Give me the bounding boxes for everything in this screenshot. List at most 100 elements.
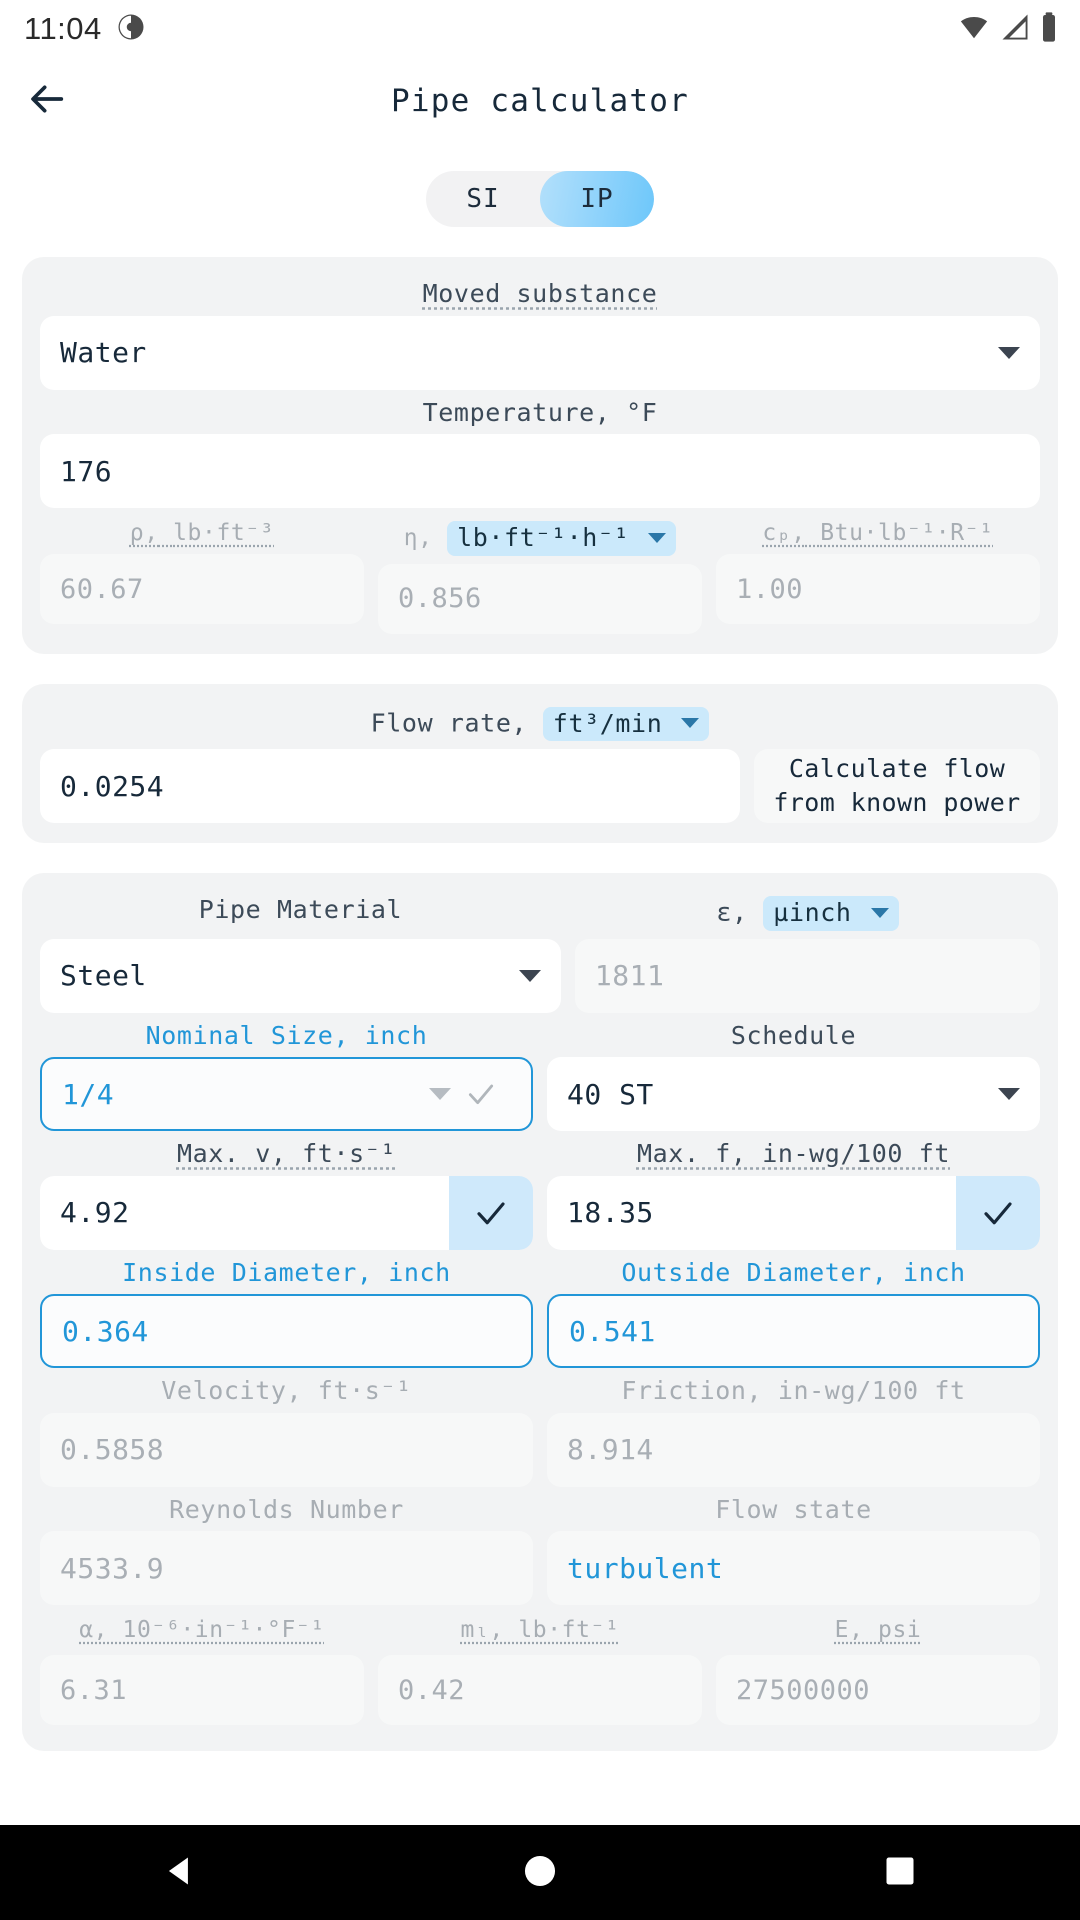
- flow-state-value-field: turbulent: [547, 1531, 1040, 1605]
- clock-icon: [116, 12, 146, 46]
- chevron-down-icon: [998, 1088, 1020, 1100]
- pipe-material-select[interactable]: Steel: [40, 938, 561, 1013]
- linear-mass-label: mₗ, lb·ft⁻¹: [460, 1617, 620, 1643]
- temperature-label: Temperature, °F: [422, 397, 658, 427]
- thermal-expansion-value: 6.31: [60, 1674, 128, 1706]
- status-bar-right: [958, 11, 1058, 47]
- diameter-fields: 0.364 0.541: [40, 1294, 1040, 1368]
- reynolds-value-field: 4533.9: [40, 1531, 533, 1605]
- nav-back-icon: [161, 1852, 199, 1894]
- temperature-value: 176: [60, 454, 113, 488]
- viscosity-unit-label: lb·ft⁻¹·h⁻¹: [457, 523, 630, 552]
- flow-rate-unit-label: ft³/min: [552, 708, 663, 738]
- chevron-down-icon: [998, 346, 1020, 359]
- max-friction-group: 18.35: [547, 1175, 1040, 1250]
- outside-diameter-value: 0.541: [569, 1314, 656, 1348]
- chevron-down-icon: [681, 718, 700, 729]
- nav-home-button[interactable]: [480, 1825, 600, 1920]
- flow-rate-input[interactable]: 0.0254: [40, 749, 740, 823]
- outside-diameter-label: Outside Diameter, inch: [621, 1257, 966, 1287]
- roughness-unit-label: µinch: [773, 898, 852, 927]
- max-friction-value: 18.35: [567, 1196, 654, 1229]
- linear-mass-value-field: 0.42: [378, 1655, 702, 1726]
- schedule-label: Schedule: [730, 1020, 857, 1050]
- nav-recents-button[interactable]: [840, 1825, 960, 1920]
- substance-properties-row: ρ, lb·ft⁻³ 60.67 η, lb·ft⁻¹·h⁻¹ 0.856 cₚ…: [40, 512, 1040, 634]
- heat-capacity-label: cₚ, Btu·lb⁻¹·R⁻¹: [762, 520, 994, 546]
- heat-capacity-value: 1.00: [736, 573, 804, 605]
- density-property: ρ, lb·ft⁻³ 60.67: [40, 512, 364, 634]
- wifi-icon: [958, 12, 990, 46]
- moved-substance-label: Moved substance: [422, 279, 658, 308]
- status-bar-left: 11:04: [24, 11, 146, 47]
- nav-back-button[interactable]: [120, 1825, 240, 1920]
- reynolds-state-fields: 4533.9 turbulent: [40, 1531, 1040, 1605]
- moved-substance-value: Water: [60, 336, 147, 369]
- roughness-value: 1811: [594, 959, 665, 992]
- heat-capacity-value-field: 1.00: [716, 554, 1040, 625]
- status-time: 11:04: [24, 11, 102, 46]
- linear-mass-value: 0.42: [398, 1674, 466, 1706]
- pipe-material-value: Steel: [60, 959, 147, 992]
- pipe-card: Pipe Material ε, µinch Steel 1811 Nomina…: [22, 873, 1058, 1752]
- moved-substance-select[interactable]: Water: [40, 315, 1040, 390]
- heat-capacity-property: cₚ, Btu·lb⁻¹·R⁻¹ 1.00: [716, 512, 1040, 634]
- app-screen: 11:04 Pipe calculator SI IP Moved substa…: [0, 0, 1080, 1920]
- outside-diameter-input[interactable]: 0.541: [547, 1294, 1040, 1368]
- material-roughness-labels: Pipe Material ε, µinch: [40, 887, 1040, 939]
- temperature-input[interactable]: 176: [40, 434, 1040, 508]
- battery-icon: [1040, 11, 1058, 47]
- flow-rate-label: Flow rate, ft³/min: [40, 698, 1040, 750]
- viscosity-value-field: 0.856: [378, 563, 702, 634]
- calculate-flow-from-power-button[interactable]: Calculate flow from known power: [754, 749, 1040, 823]
- nominal-schedule-labels: Nominal Size, inch Schedule: [40, 1013, 1040, 1058]
- roughness-value-field: 1811: [574, 938, 1040, 1013]
- flow-rate-label-text: Flow rate,: [370, 707, 528, 737]
- toggle-option-si[interactable]: SI: [426, 171, 540, 227]
- pipe-material-label: Pipe Material: [198, 895, 403, 924]
- android-navigation-bar: [0, 1825, 1080, 1920]
- nominal-size-select[interactable]: 1/4: [40, 1057, 533, 1131]
- density-label: ρ, lb·ft⁻³: [129, 520, 275, 546]
- viscosity-unit-select[interactable]: lb·ft⁻¹·h⁻¹: [447, 521, 677, 556]
- material-roughness-fields: Steel 1811: [40, 938, 1040, 1013]
- inside-diameter-label: Inside Diameter, inch: [122, 1257, 451, 1287]
- viscosity-property: η, lb·ft⁻¹·h⁻¹ 0.856: [378, 512, 702, 634]
- toggle-option-ip[interactable]: IP: [540, 171, 654, 227]
- viscosity-symbol: η,: [403, 524, 433, 551]
- inside-diameter-input[interactable]: 0.364: [40, 1294, 533, 1368]
- max-velocity-apply-button[interactable]: [449, 1175, 533, 1250]
- nav-home-icon: [521, 1852, 559, 1894]
- friction-value: 8.914: [567, 1433, 654, 1466]
- max-limits-fields: 4.92 18.35: [40, 1175, 1040, 1250]
- elastic-modulus-value-field: 27500000: [716, 1655, 1040, 1726]
- nominal-schedule-fields: 1/4 40 ST: [40, 1057, 1040, 1131]
- mechanical-properties-fields: 6.31 0.42 27500000: [40, 1655, 1040, 1726]
- max-velocity-input[interactable]: 4.92: [40, 1175, 449, 1250]
- unit-system-toggle[interactable]: SI IP: [426, 171, 654, 227]
- velocity-friction-fields: 0.5858 8.914: [40, 1412, 1040, 1487]
- max-velocity-group: 4.92: [40, 1175, 533, 1250]
- roughness-unit-select[interactable]: µinch: [763, 896, 899, 931]
- mechanical-properties-labels: α, 10⁻⁶·in⁻¹·°F⁻¹ mₗ, lb·ft⁻¹ E, psi: [40, 1609, 1040, 1651]
- nominal-size-confirm-button[interactable]: [451, 1078, 511, 1110]
- chevron-down-icon: [518, 969, 541, 982]
- inside-diameter-value: 0.364: [62, 1314, 149, 1348]
- flow-state-value: turbulent: [567, 1551, 724, 1585]
- flow-rate-unit-select[interactable]: ft³/min: [542, 706, 710, 741]
- density-value: 60.67: [60, 573, 144, 605]
- content-area: Moved substance Water Temperature, °F 17…: [0, 227, 1080, 1752]
- chevron-down-icon: [648, 532, 667, 543]
- chevron-down-icon: [870, 907, 889, 918]
- max-friction-apply-button[interactable]: [956, 1175, 1040, 1250]
- schedule-select[interactable]: 40 ST: [547, 1057, 1040, 1131]
- max-velocity-label: Max. v, ft·s⁻¹: [176, 1139, 397, 1168]
- flow-rate-card: Flow rate, ft³/min 0.0254 Calculate flow…: [22, 683, 1058, 843]
- max-velocity-value: 4.92: [60, 1196, 130, 1229]
- elastic-modulus-label: E, psi: [834, 1617, 922, 1643]
- max-limits-labels: Max. v, ft·s⁻¹ Max. f, in-wg/100 ft: [40, 1131, 1040, 1176]
- page-title: Pipe calculator: [391, 83, 689, 119]
- velocity-friction-labels: Velocity, ft·s⁻¹ Friction, in-wg/100 ft: [40, 1368, 1040, 1413]
- max-friction-input[interactable]: 18.35: [547, 1175, 956, 1250]
- unit-system-toggle-wrap: SI IP: [0, 171, 1080, 227]
